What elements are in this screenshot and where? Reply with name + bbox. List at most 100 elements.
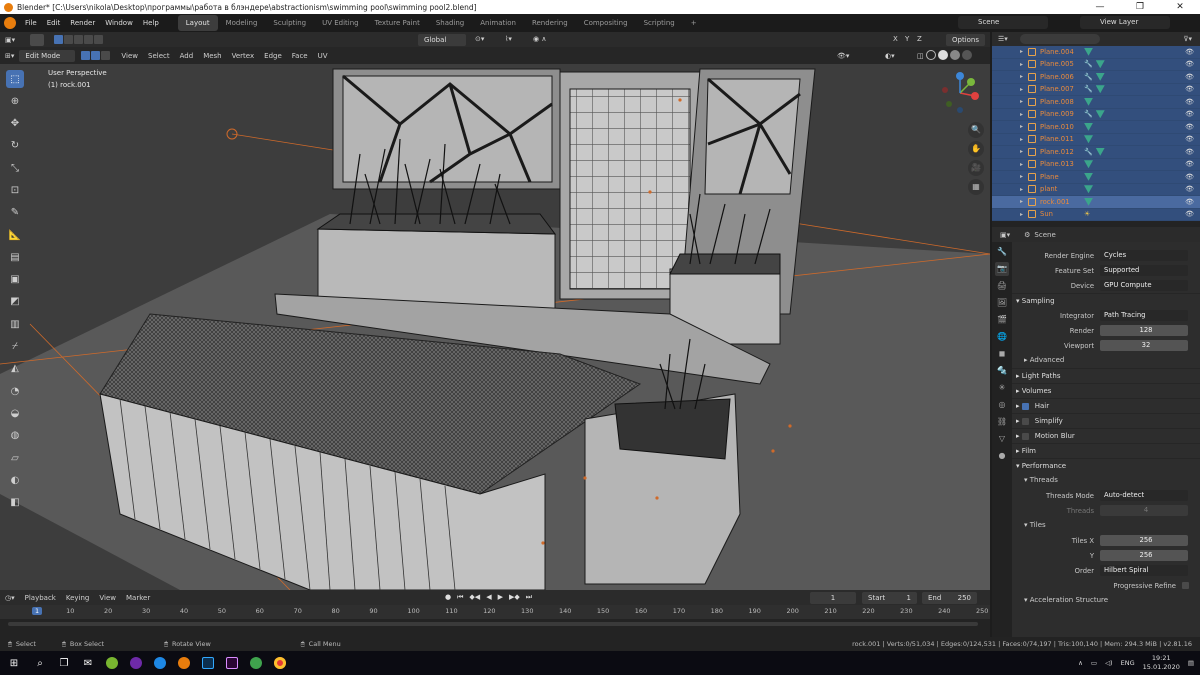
jump-start-icon[interactable]: ⏮ <box>457 593 463 602</box>
properties-editor-icon[interactable]: ▣▾ <box>1000 231 1010 239</box>
menu-marker[interactable]: Marker <box>121 592 155 604</box>
advanced-subpanel[interactable]: ▸ Advanced <box>1012 353 1200 368</box>
outliner-row[interactable]: ▸ Plane.010 👁 <box>992 121 1200 134</box>
outliner-editor-icon[interactable]: ☰▾ <box>998 35 1008 43</box>
visibility-eye-icon[interactable]: 👁 <box>1185 148 1194 156</box>
object-tab-icon[interactable]: ◼ <box>995 347 1009 361</box>
motion-blur-panel[interactable]: ▸ Motion Blur <box>1012 428 1200 443</box>
menu-mesh[interactable]: Mesh <box>198 50 226 62</box>
select-invert-icon[interactable] <box>84 35 94 44</box>
scale-icon[interactable]: ⤡ <box>6 159 24 177</box>
tool-tab-icon[interactable]: 🔧 <box>995 245 1009 259</box>
blender-menu-icon[interactable] <box>4 17 16 29</box>
select-subtract-icon[interactable] <box>74 35 84 44</box>
visibility-eye-icon[interactable]: 👁 <box>1185 73 1194 81</box>
tab-scripting[interactable]: Scripting <box>636 15 683 31</box>
vertex-select-icon[interactable] <box>81 51 91 60</box>
play-icon[interactable]: ▶ <box>498 593 503 602</box>
render-samples-field[interactable]: 128 <box>1100 325 1188 336</box>
tray-arrow-icon[interactable]: ∧ <box>1078 659 1083 667</box>
threads-mode-dropdown[interactable]: Auto-detect <box>1100 490 1188 501</box>
volume-icon[interactable]: ◁) <box>1105 659 1113 667</box>
maximize-button[interactable]: ❐ <box>1120 0 1160 14</box>
tab-layout[interactable]: Layout <box>177 15 218 31</box>
measure-icon[interactable]: 📐 <box>6 226 24 244</box>
perspective-grid-icon[interactable]: ▦ <box>968 179 984 195</box>
gizmo-z-icon[interactable] <box>956 72 964 80</box>
modifier-tab-icon[interactable]: 🔩 <box>995 364 1009 378</box>
simplify-checkbox[interactable] <box>1021 417 1029 425</box>
menu-render[interactable]: Render <box>65 19 100 27</box>
render-engine-dropdown[interactable]: Cycles <box>1100 250 1188 261</box>
menu-keying[interactable]: Keying <box>61 592 95 604</box>
overlays-icon[interactable]: ◐▾ <box>880 50 900 62</box>
menu-timeline-view[interactable]: View <box>94 592 121 604</box>
menu-edit[interactable]: Edit <box>42 19 66 27</box>
motion-blur-checkbox[interactable] <box>1021 432 1029 440</box>
camera-icon[interactable]: 🎥 <box>968 160 984 176</box>
outliner-row[interactable]: ▸ Plane.013 👁 <box>992 158 1200 171</box>
timeline-scrollbar[interactable] <box>0 619 990 629</box>
integrator-dropdown[interactable]: Path Tracing <box>1100 310 1188 321</box>
outliner-row[interactable]: ▸ Plane.007 🔧 👁 <box>992 83 1200 96</box>
visibility-eye-icon[interactable]: 👁 <box>1185 160 1194 168</box>
expand-arrow-icon[interactable]: ▸ <box>1020 86 1028 93</box>
visibility-icon[interactable]: 👁▾ <box>832 50 854 62</box>
outliner-row[interactable]: ▸ Plane.004 👁 <box>992 46 1200 59</box>
tiles-subpanel[interactable]: ▾ Tiles <box>1012 518 1200 533</box>
green-app-icon[interactable] <box>244 651 268 675</box>
proportional-edit-icon[interactable]: ◉ ∧ <box>528 33 551 45</box>
knife-icon[interactable]: ⌿ <box>6 338 24 356</box>
select-new-icon[interactable] <box>54 35 64 44</box>
rotate-icon[interactable]: ↻ <box>6 137 24 155</box>
menu-view[interactable]: View <box>116 50 143 62</box>
transform-icon[interactable]: ⊡ <box>6 181 24 199</box>
outliner-row[interactable]: ▸ Plane.005 🔧 👁 <box>992 58 1200 71</box>
expand-arrow-icon[interactable]: ▸ <box>1020 48 1028 55</box>
shrink-fatten-icon[interactable]: ◍ <box>6 427 24 445</box>
sampling-panel-header[interactable]: ▾ Sampling <box>1012 293 1200 308</box>
face-select-icon[interactable] <box>101 51 111 60</box>
visibility-eye-icon[interactable]: 👁 <box>1185 135 1194 143</box>
acceleration-subpanel[interactable]: ▾ Acceleration Structure <box>1012 593 1200 608</box>
search-icon[interactable]: ⌕ <box>28 651 52 675</box>
tab-texture-paint[interactable]: Texture Paint <box>367 15 428 31</box>
rock-001[interactable] <box>614 398 731 460</box>
film-panel[interactable]: ▸ Film <box>1012 443 1200 458</box>
simplify-panel[interactable]: ▸ Simplify <box>1012 413 1200 428</box>
visibility-eye-icon[interactable]: 👁 <box>1185 185 1194 193</box>
feature-set-dropdown[interactable]: Supported <box>1100 265 1188 276</box>
extrude-icon[interactable]: ▤ <box>6 248 24 266</box>
menu-face[interactable]: Face <box>287 50 313 62</box>
expand-arrow-icon[interactable]: ▸ <box>1020 61 1028 68</box>
outliner-row[interactable]: ▸ Plane.006 🔧 👁 <box>992 71 1200 84</box>
tool-settings-icon[interactable] <box>30 33 45 46</box>
expand-arrow-icon[interactable]: ▸ <box>1020 211 1028 218</box>
record-icon[interactable]: ● <box>445 593 451 602</box>
viewport-samples-field[interactable]: 32 <box>1100 340 1188 351</box>
tab-modeling[interactable]: Modeling <box>218 15 266 31</box>
world-tab-icon[interactable]: 🌐 <box>995 330 1009 344</box>
rip-icon[interactable]: ◧ <box>6 494 24 512</box>
light-paths-panel[interactable]: ▸ Light Paths <box>1012 368 1200 383</box>
tab-animation[interactable]: Animation <box>472 15 524 31</box>
threads-subpanel[interactable]: ▾ Threads <box>1012 473 1200 488</box>
inset-icon[interactable]: ▣ <box>6 271 24 289</box>
expand-arrow-icon[interactable]: ▸ <box>1020 111 1028 118</box>
media-app-icon[interactable] <box>124 651 148 675</box>
spin-icon[interactable]: ◔ <box>6 382 24 400</box>
tab-compositing[interactable]: Compositing <box>576 15 636 31</box>
network-icon[interactable]: ▭ <box>1091 659 1097 667</box>
current-frame-field[interactable]: 1 <box>810 592 856 604</box>
menu-help[interactable]: Help <box>138 19 164 27</box>
photoshop-icon[interactable] <box>196 651 220 675</box>
tab-rendering[interactable]: Rendering <box>524 15 576 31</box>
zoom-icon[interactable]: 🔍 <box>968 122 984 138</box>
tiles-y-field[interactable]: 256 <box>1100 550 1188 561</box>
menu-edge[interactable]: Edge <box>259 50 287 62</box>
blender-app-icon[interactable] <box>172 651 196 675</box>
next-keyframe-icon[interactable]: ▶◆ <box>509 593 520 602</box>
outliner-search-input[interactable] <box>1019 34 1100 44</box>
outliner-row[interactable]: ▸ plant 👁 <box>992 183 1200 196</box>
navigation-gizmo[interactable] <box>935 68 985 118</box>
